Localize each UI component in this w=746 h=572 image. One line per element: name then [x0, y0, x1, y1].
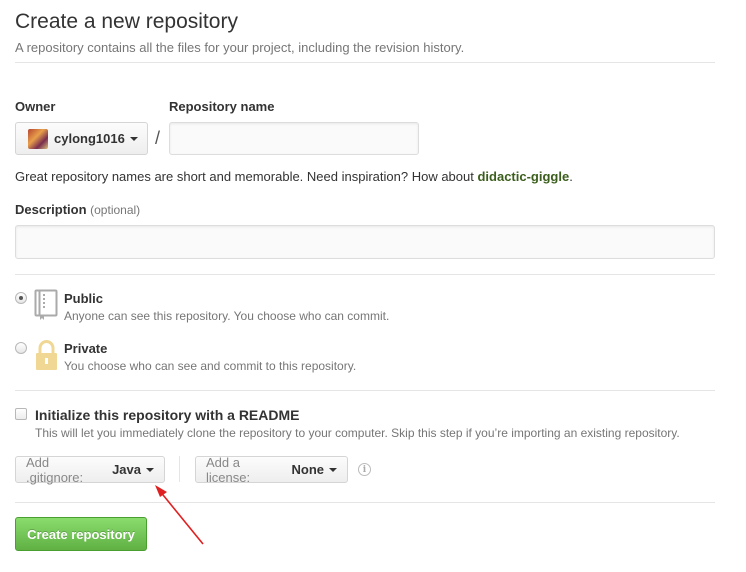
public-radio[interactable]: [15, 292, 27, 304]
optional-tag: (optional): [90, 203, 141, 217]
hint-suffix: .: [569, 169, 573, 184]
repo-name-label: Repository name: [169, 99, 275, 114]
private-option-desc: You choose who can see and commit to thi…: [64, 359, 357, 373]
name-hint: Great repository names are short and mem…: [15, 169, 573, 184]
owner-repo-separator: /: [155, 128, 161, 148]
description-label-text: Description: [15, 202, 87, 217]
readme-title[interactable]: Initialize this repository with a README: [35, 407, 299, 423]
owner-label: Owner: [15, 99, 56, 114]
gitignore-value: Java: [112, 462, 141, 477]
private-option-title[interactable]: Private: [64, 341, 107, 356]
name-suggestion-link[interactable]: didactic-giggle: [477, 169, 569, 184]
gitignore-select-button[interactable]: Add .gitignore: Java: [15, 454, 165, 485]
divider: [15, 62, 715, 63]
page-title: Create a new repository: [15, 10, 238, 33]
vertical-divider: [179, 456, 180, 482]
caret-down-icon: [129, 136, 138, 141]
owner-username: cylong1016: [54, 131, 125, 146]
gitignore-label: Add .gitignore:: [26, 454, 84, 485]
owner-select-button[interactable]: cylong1016: [15, 122, 148, 155]
caret-down-icon: [329, 467, 337, 472]
public-option-title[interactable]: Public: [64, 291, 103, 306]
private-radio[interactable]: [15, 342, 27, 354]
divider: [15, 274, 715, 275]
description-input[interactable]: [15, 225, 715, 259]
create-repository-button[interactable]: Create repository: [15, 517, 147, 551]
page-subtitle: A repository contains all the files for …: [15, 40, 465, 55]
avatar: [28, 128, 48, 149]
repo-book-icon: [34, 289, 58, 320]
readme-checkbox[interactable]: [15, 408, 27, 420]
annotation-arrow-icon: [155, 485, 204, 545]
info-icon[interactable]: i: [358, 463, 371, 476]
public-option-desc: Anyone can see this repository. You choo…: [64, 309, 390, 323]
readme-desc: This will let you immediately clone the …: [35, 426, 680, 440]
description-label: Description (optional): [15, 202, 140, 217]
divider: [15, 390, 715, 391]
license-value: None: [291, 462, 325, 477]
repository-name-input[interactable]: [169, 122, 419, 155]
license-select-button[interactable]: Add a license: None: [195, 454, 348, 485]
caret-down-icon: [146, 467, 154, 472]
license-label: Add a license:: [206, 454, 251, 485]
lock-icon: [36, 340, 57, 370]
divider: [15, 502, 715, 503]
hint-text: Great repository names are short and mem…: [15, 169, 478, 184]
